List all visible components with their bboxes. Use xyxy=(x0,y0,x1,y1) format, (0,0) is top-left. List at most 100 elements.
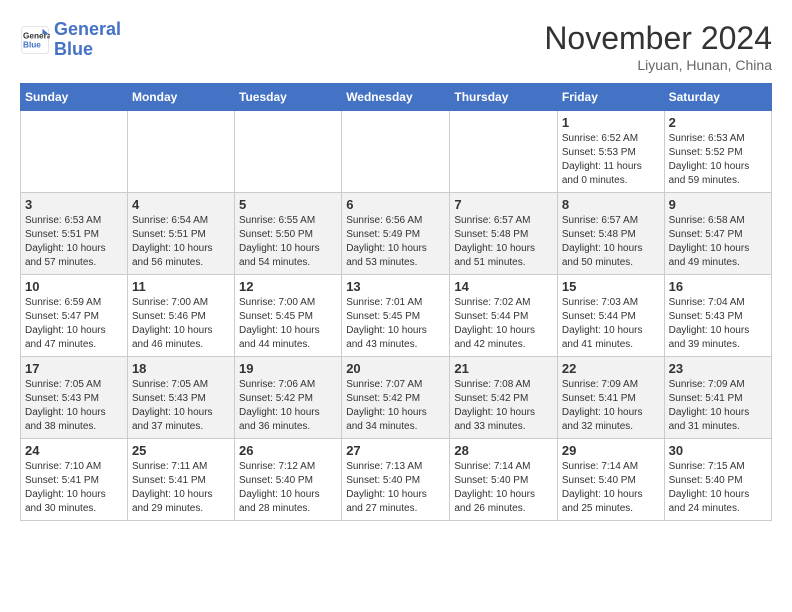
day-number: 25 xyxy=(132,443,230,458)
weekday-header-thursday: Thursday xyxy=(450,84,558,111)
day-number: 3 xyxy=(25,197,123,212)
day-number: 22 xyxy=(562,361,660,376)
calendar-cell xyxy=(235,111,342,193)
calendar-cell: 6Sunrise: 6:56 AM Sunset: 5:49 PM Daylig… xyxy=(342,193,450,275)
day-number: 16 xyxy=(669,279,767,294)
day-number: 1 xyxy=(562,115,660,130)
day-info: Sunrise: 6:52 AM Sunset: 5:53 PM Dayligh… xyxy=(562,132,660,188)
calendar-cell: 18 Sunrise: 7:05 AM Sunset: 5:43 PM Dayli… xyxy=(127,357,234,439)
day-info: Sunrise: 7:01 AM Sunset: 5:45 PM Dayligh… xyxy=(346,296,445,352)
day-info: Sunrise: 7:14 AM Sunset: 5:40 PM Dayligh… xyxy=(454,460,553,516)
calendar-week-row: 10 Sunrise: 6:59 AM Sunset: 5:47 PM Dayli… xyxy=(21,275,772,357)
day-number: 18 xyxy=(132,361,230,376)
day-number: 2 xyxy=(669,115,767,130)
weekday-header-wednesday: Wednesday xyxy=(342,84,450,111)
calendar-cell xyxy=(21,111,128,193)
day-number: 11 xyxy=(132,279,230,294)
weekday-header-sunday: Sunday xyxy=(21,84,128,111)
logo-wordmark: General Blue xyxy=(54,20,121,60)
day-info: Sunrise: 7:05 AM Sunset: 5:43 PM Dayligh… xyxy=(132,378,230,434)
day-info: Sunrise: 7:11 AM Sunset: 5:41 PM Dayligh… xyxy=(132,460,230,516)
calendar-cell: 14 Sunrise: 7:02 AM Sunset: 5:44 PM Dayli… xyxy=(450,275,558,357)
weekday-header-tuesday: Tuesday xyxy=(235,84,342,111)
day-number: 12 xyxy=(239,279,337,294)
day-number: 29 xyxy=(562,443,660,458)
day-number: 19 xyxy=(239,361,337,376)
calendar-week-row: 3 Sunrise: 6:53 AM Sunset: 5:51 PM Daylig… xyxy=(21,193,772,275)
day-number: 28 xyxy=(454,443,553,458)
calendar-cell: 15Sunrise: 7:03 AM Sunset: 5:44 PM Dayli… xyxy=(557,275,664,357)
calendar-table: SundayMondayTuesdayWednesdayThursdayFrid… xyxy=(20,83,772,521)
calendar-cell: 26 Sunrise: 7:12 AM Sunset: 5:40 PM Dayli… xyxy=(235,439,342,521)
calendar-cell: 10 Sunrise: 6:59 AM Sunset: 5:47 PM Dayli… xyxy=(21,275,128,357)
day-info: Sunrise: 7:00 AM Sunset: 5:46 PM Dayligh… xyxy=(132,296,230,352)
day-info: Sunrise: 7:02 AM Sunset: 5:44 PM Dayligh… xyxy=(454,296,553,352)
day-number: 9 xyxy=(669,197,767,212)
calendar-cell: 11 Sunrise: 7:00 AM Sunset: 5:46 PM Dayli… xyxy=(127,275,234,357)
calendar-week-row: 17 Sunrise: 7:05 AM Sunset: 5:43 PM Dayli… xyxy=(21,357,772,439)
logo-icon: General Blue xyxy=(20,25,50,55)
day-info: Sunrise: 7:00 AM Sunset: 5:45 PM Dayligh… xyxy=(239,296,337,352)
day-info: Sunrise: 7:06 AM Sunset: 5:42 PM Dayligh… xyxy=(239,378,337,434)
day-number: 30 xyxy=(669,443,767,458)
calendar-title-section: November 2024 Liyuan, Hunan, China xyxy=(544,20,772,73)
day-number: 13 xyxy=(346,279,445,294)
day-number: 5 xyxy=(239,197,337,212)
calendar-cell: 19 Sunrise: 7:06 AM Sunset: 5:42 PM Dayli… xyxy=(235,357,342,439)
day-info: Sunrise: 7:10 AM Sunset: 5:41 PM Dayligh… xyxy=(25,460,123,516)
day-info: Sunrise: 7:07 AM Sunset: 5:42 PM Dayligh… xyxy=(346,378,445,434)
calendar-cell: 5 Sunrise: 6:55 AM Sunset: 5:50 PM Daylig… xyxy=(235,193,342,275)
weekday-header-row: SundayMondayTuesdayWednesdayThursdayFrid… xyxy=(21,84,772,111)
day-number: 23 xyxy=(669,361,767,376)
day-info: Sunrise: 7:03 AM Sunset: 5:44 PM Dayligh… xyxy=(562,296,660,352)
day-number: 14 xyxy=(454,279,553,294)
day-info: Sunrise: 7:05 AM Sunset: 5:43 PM Dayligh… xyxy=(25,378,123,434)
calendar-cell: 8 Sunrise: 6:57 AM Sunset: 5:48 PM Daylig… xyxy=(557,193,664,275)
day-number: 7 xyxy=(454,197,553,212)
calendar-week-row: 1 Sunrise: 6:52 AM Sunset: 5:53 PM Daylig… xyxy=(21,111,772,193)
weekday-header-friday: Friday xyxy=(557,84,664,111)
day-info: Sunrise: 6:57 AM Sunset: 5:48 PM Dayligh… xyxy=(454,214,553,270)
day-number: 21 xyxy=(454,361,553,376)
calendar-cell: 1 Sunrise: 6:52 AM Sunset: 5:53 PM Daylig… xyxy=(557,111,664,193)
day-number: 17 xyxy=(25,361,123,376)
calendar-cell: 13 Sunrise: 7:01 AM Sunset: 5:45 PM Dayli… xyxy=(342,275,450,357)
day-number: 8 xyxy=(562,197,660,212)
calendar-cell: 2Sunrise: 6:53 AM Sunset: 5:52 PM Daylig… xyxy=(664,111,771,193)
day-info: Sunrise: 6:55 AM Sunset: 5:50 PM Dayligh… xyxy=(239,214,337,270)
calendar-cell: 24 Sunrise: 7:10 AM Sunset: 5:41 PM Dayli… xyxy=(21,439,128,521)
day-info: Sunrise: 6:59 AM Sunset: 5:47 PM Dayligh… xyxy=(25,296,123,352)
day-info: Sunrise: 6:57 AM Sunset: 5:48 PM Dayligh… xyxy=(562,214,660,270)
day-info: Sunrise: 7:12 AM Sunset: 5:40 PM Dayligh… xyxy=(239,460,337,516)
day-info: Sunrise: 7:13 AM Sunset: 5:40 PM Dayligh… xyxy=(346,460,445,516)
calendar-cell: 3 Sunrise: 6:53 AM Sunset: 5:51 PM Daylig… xyxy=(21,193,128,275)
calendar-cell: 12 Sunrise: 7:00 AM Sunset: 5:45 PM Dayli… xyxy=(235,275,342,357)
location-subtitle: Liyuan, Hunan, China xyxy=(544,57,772,73)
day-number: 10 xyxy=(25,279,123,294)
day-info: Sunrise: 7:04 AM Sunset: 5:43 PM Dayligh… xyxy=(669,296,767,352)
month-title: November 2024 xyxy=(544,20,772,57)
day-info: Sunrise: 7:09 AM Sunset: 5:41 PM Dayligh… xyxy=(562,378,660,434)
svg-text:Blue: Blue xyxy=(23,40,41,49)
calendar-cell: 28 Sunrise: 7:14 AM Sunset: 5:40 PM Dayli… xyxy=(450,439,558,521)
day-number: 27 xyxy=(346,443,445,458)
calendar-cell: 22 Sunrise: 7:09 AM Sunset: 5:41 PM Dayli… xyxy=(557,357,664,439)
calendar-cell: 7 Sunrise: 6:57 AM Sunset: 5:48 PM Daylig… xyxy=(450,193,558,275)
day-number: 6 xyxy=(346,197,445,212)
calendar-cell: 20 Sunrise: 7:07 AM Sunset: 5:42 PM Dayli… xyxy=(342,357,450,439)
calendar-cell xyxy=(127,111,234,193)
day-number: 24 xyxy=(25,443,123,458)
day-info: Sunrise: 6:54 AM Sunset: 5:51 PM Dayligh… xyxy=(132,214,230,270)
calendar-week-row: 24 Sunrise: 7:10 AM Sunset: 5:41 PM Dayli… xyxy=(21,439,772,521)
day-number: 26 xyxy=(239,443,337,458)
calendar-cell: 16 Sunrise: 7:04 AM Sunset: 5:43 PM Dayli… xyxy=(664,275,771,357)
calendar-cell: 17 Sunrise: 7:05 AM Sunset: 5:43 PM Dayli… xyxy=(21,357,128,439)
calendar-cell: 27 Sunrise: 7:13 AM Sunset: 5:40 PM Dayli… xyxy=(342,439,450,521)
weekday-header-monday: Monday xyxy=(127,84,234,111)
calendar-cell: 23Sunrise: 7:09 AM Sunset: 5:41 PM Dayli… xyxy=(664,357,771,439)
calendar-cell: 21Sunrise: 7:08 AM Sunset: 5:42 PM Dayli… xyxy=(450,357,558,439)
calendar-cell: 29Sunrise: 7:14 AM Sunset: 5:40 PM Dayli… xyxy=(557,439,664,521)
calendar-cell: 25 Sunrise: 7:11 AM Sunset: 5:41 PM Dayli… xyxy=(127,439,234,521)
day-info: Sunrise: 6:53 AM Sunset: 5:51 PM Dayligh… xyxy=(25,214,123,270)
day-number: 20 xyxy=(346,361,445,376)
